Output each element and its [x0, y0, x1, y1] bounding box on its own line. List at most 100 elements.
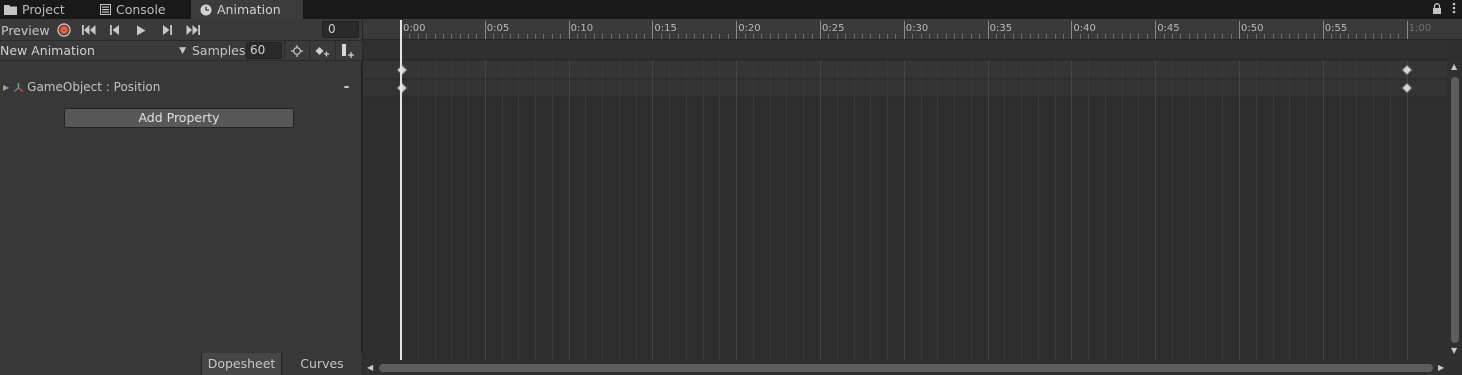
ruler-minor-tick: [719, 34, 721, 39]
ruler-minor-tick: [702, 34, 704, 39]
horizontal-scroll-thumb[interactable]: [379, 364, 1433, 372]
last-keyframe-button[interactable]: [181, 20, 205, 40]
ruler-label: 0:40: [1073, 23, 1096, 34]
grid-line-major: [736, 60, 738, 360]
grid-line-minor: [1222, 60, 1224, 360]
grid-line-minor: [518, 60, 520, 360]
clip-selector[interactable]: New Animation ▼: [0, 42, 188, 60]
ruler-minor-tick: [845, 34, 847, 39]
grid-line-major: [652, 60, 654, 360]
ruler-minor-tick: [1104, 34, 1106, 39]
add-property-button[interactable]: Add Property: [64, 108, 294, 128]
grid-line-minor: [1272, 60, 1274, 360]
ruler-minor-tick: [1339, 34, 1341, 39]
remove-property-icon[interactable]: [344, 86, 349, 88]
ruler-minor-tick: [417, 34, 419, 39]
grid-line-minor: [468, 60, 470, 360]
console-icon: [100, 4, 111, 15]
horizontal-scrollbar[interactable]: ◀ ▶: [363, 360, 1448, 375]
tab-project[interactable]: Project: [4, 0, 90, 19]
ruler-minor-tick: [778, 34, 780, 39]
tab-curves[interactable]: Curves: [281, 353, 362, 375]
more-options-icon[interactable]: [1452, 2, 1456, 14]
ruler-minor-tick: [861, 34, 863, 39]
tab-console[interactable]: Console: [100, 0, 180, 19]
ruler-label: 0:20: [738, 23, 761, 34]
ruler-minor-tick: [535, 34, 537, 39]
next-keyframe-button[interactable]: [155, 20, 179, 40]
grid-line-minor: [769, 60, 771, 360]
window-tab-bar: Project Console Animation: [0, 0, 1462, 19]
previous-keyframe-button[interactable]: [103, 20, 127, 40]
ruler-minor-tick: [1356, 34, 1358, 39]
grid-line-minor: [786, 60, 788, 360]
grid-line-minor: [1255, 60, 1257, 360]
ruler-minor-tick: [1373, 34, 1375, 39]
animation-clock-icon: [200, 4, 212, 15]
ruler-minor-tick: [493, 34, 495, 39]
add-keyframe-button[interactable]: [309, 41, 333, 61]
vertical-scroll-thumb[interactable]: [1451, 77, 1459, 343]
grid-line-minor: [1088, 60, 1090, 360]
ruler-minor-tick: [426, 34, 428, 39]
playhead[interactable]: [400, 20, 402, 361]
time-ruler[interactable]: 0:00 0:05 0:10 0:15 0:20 0:25 0:30 0:35 0:40 0:45…: [363, 19, 1462, 40]
add-event-button[interactable]: [335, 41, 359, 61]
grid-line-minor: [1289, 60, 1291, 360]
ruler-minor-tick: [803, 34, 805, 39]
ruler-minor-tick: [786, 34, 788, 39]
ruler-minor-tick: [870, 34, 872, 39]
event-track[interactable]: [363, 40, 1447, 60]
grid-line-major: [1071, 60, 1073, 360]
clip-toolbar: New Animation ▼ Samples 60: [0, 41, 362, 61]
preview-toggle[interactable]: Preview: [0, 20, 50, 40]
property-row-position[interactable]: ▶ GameObject : Position: [0, 78, 362, 96]
ruler-minor-tick: [1347, 34, 1349, 39]
grid-line-major: [903, 60, 905, 360]
ruler-minor-tick: [1280, 34, 1282, 39]
play-button[interactable]: [129, 20, 153, 40]
ruler-minor-tick: [836, 34, 838, 39]
ruler-major-tick: [1071, 21, 1073, 39]
ruler-major-tick: [568, 21, 570, 39]
ruler-label: 0:35: [989, 23, 1013, 34]
scroll-left-icon[interactable]: ◀: [367, 363, 373, 372]
samples-field[interactable]: 60: [246, 42, 282, 59]
grid-line-minor: [501, 60, 503, 360]
scroll-up-icon[interactable]: ▲: [1451, 62, 1457, 71]
tab-dopesheet[interactable]: Dopesheet: [201, 353, 281, 375]
first-keyframe-button[interactable]: [77, 20, 101, 40]
playback-toolbar: Preview 0: [0, 19, 362, 41]
tab-animation[interactable]: Animation: [191, 0, 303, 19]
timeline-grid: [363, 60, 1447, 360]
filter-by-selection-button[interactable]: [284, 41, 308, 61]
ruler-major-tick: [736, 21, 738, 39]
scroll-down-icon[interactable]: ▼: [1451, 346, 1457, 355]
folder-icon: [4, 5, 17, 15]
current-frame-field[interactable]: 0: [322, 21, 359, 38]
ruler-minor-tick: [685, 34, 687, 39]
scroll-right-icon[interactable]: ▶: [1438, 363, 1444, 372]
summary-track[interactable]: [363, 61, 1447, 79]
ruler-minor-tick: [1297, 34, 1299, 39]
ruler-major-tick: [903, 21, 905, 39]
vertical-scrollbar[interactable]: ▲ ▼: [1448, 60, 1462, 360]
dopesheet-timeline[interactable]: 0:00 0:05 0:10 0:15 0:20 0:25 0:30 0:35 0:40 0:45…: [363, 19, 1462, 375]
grid-line-minor: [836, 60, 838, 360]
grid-line-minor: [1389, 60, 1391, 360]
grid-line-major: [820, 60, 821, 360]
clip-name: New Animation: [0, 43, 95, 58]
record-button[interactable]: [52, 20, 76, 40]
transform-gizmo-icon: [13, 82, 24, 92]
ruler-minor-tick: [1088, 34, 1090, 39]
position-track[interactable]: [363, 80, 1447, 97]
expand-triangle-icon[interactable]: ▶: [3, 83, 9, 92]
ruler-minor-tick: [459, 34, 461, 39]
ruler-minor-tick: [937, 34, 939, 39]
ruler-minor-tick: [1289, 34, 1291, 39]
ruler-minor-tick: [878, 34, 880, 39]
lock-icon[interactable]: [1432, 2, 1442, 14]
grid-line-minor: [887, 60, 889, 360]
ruler-major-tick: [484, 21, 486, 39]
ruler-minor-tick: [593, 34, 595, 39]
